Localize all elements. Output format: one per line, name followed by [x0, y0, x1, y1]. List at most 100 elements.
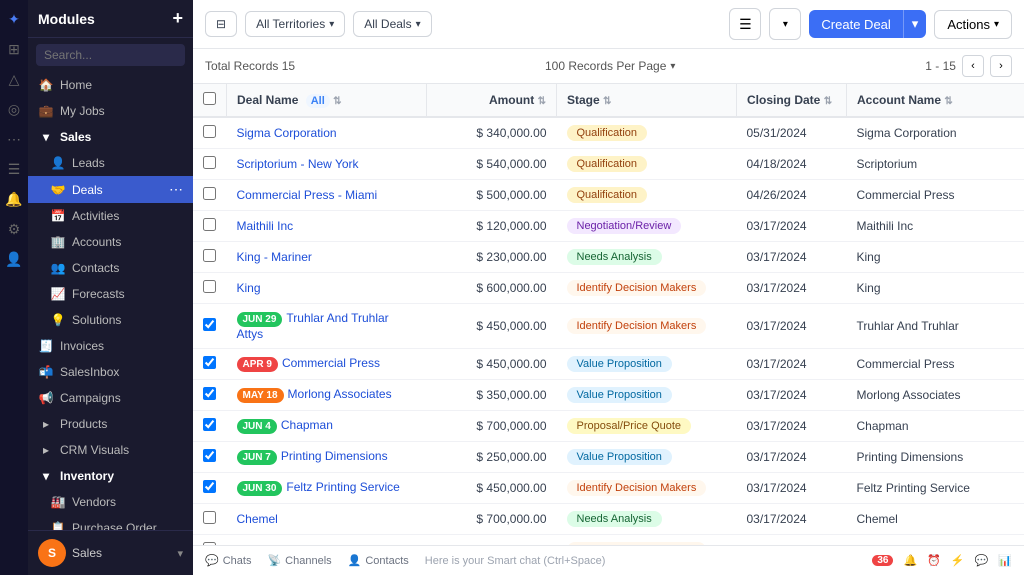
closing-date-sort-icon[interactable]: ⇅: [824, 96, 832, 107]
sidebar-item-invoices[interactable]: 🧾 Invoices: [28, 333, 193, 359]
sidebar-footer-chevron[interactable]: ▾: [177, 547, 183, 560]
sidebar-item-inventory[interactable]: ▾ Inventory: [28, 463, 193, 489]
view-toggle-chevron-btn[interactable]: ▾: [769, 8, 801, 40]
account-name-sort-icon[interactable]: ⇅: [944, 96, 952, 107]
strip-icon-nav3[interactable]: ◎: [3, 98, 25, 120]
deal-name-filter-badge[interactable]: All: [306, 94, 330, 108]
records-per-page[interactable]: 100 Records Per Page ▾: [545, 59, 675, 73]
create-deal-arrow-icon[interactable]: ▾: [903, 10, 927, 38]
row-checkbox[interactable]: [203, 387, 216, 400]
sidebar-item-solutions[interactable]: 💡 Solutions: [28, 307, 193, 333]
contacts-btn[interactable]: 👤 Contacts: [348, 554, 409, 567]
deal-name-text[interactable]: Feltz Printing Service: [286, 480, 399, 494]
sidebar-item-products[interactable]: ▸ Products: [28, 411, 193, 437]
deal-name-text[interactable]: King - Mariner: [237, 250, 312, 264]
sidebar-item-vendors[interactable]: 🏭 Vendors: [28, 489, 193, 515]
sidebar-item-crm-visuals[interactable]: ▸ CRM Visuals: [28, 437, 193, 463]
deal-name-text[interactable]: Printing Dimensions: [281, 449, 388, 463]
filter-icon-btn[interactable]: ⊟: [205, 11, 237, 37]
amount-sort-icon[interactable]: ⇅: [538, 96, 546, 107]
row-checkbox[interactable]: [203, 187, 216, 200]
deal-name-text[interactable]: Chemel: [237, 512, 278, 526]
deal-name-text[interactable]: Chapman: [281, 418, 333, 432]
col-stage[interactable]: Stage ⇅: [557, 84, 737, 117]
next-page-btn[interactable]: ›: [990, 55, 1012, 77]
col-amount[interactable]: Amount ⇅: [427, 84, 557, 117]
bottom-icon-4[interactable]: 💬: [975, 554, 989, 567]
table-row: King$ 600,000.00Identify Decision Makers…: [193, 273, 1024, 304]
sidebar-item-accounts[interactable]: 🏢 Accounts: [28, 229, 193, 255]
sidebar-item-sales[interactable]: ▾ Sales: [28, 124, 193, 150]
territory-filter-btn[interactable]: All Territories ▾: [245, 11, 345, 37]
deals-filter-label: All Deals: [364, 17, 411, 31]
chats-btn[interactable]: 💬 Chats: [205, 554, 251, 567]
records-per-page-chevron[interactable]: ▾: [670, 61, 675, 72]
col-deal-name[interactable]: Deal Name All ⇅: [227, 84, 427, 117]
sidebar-item-salesinbox[interactable]: 📬 SalesInbox: [28, 359, 193, 385]
account-name-cell: Chapman: [847, 411, 1024, 442]
deal-name-text[interactable]: Morlong Associates: [288, 387, 392, 401]
deals-filter-btn[interactable]: All Deals ▾: [353, 11, 431, 37]
avatar[interactable]: S: [38, 539, 66, 567]
sidebar-item-contacts[interactable]: 👥 Contacts: [28, 255, 193, 281]
actions-btn[interactable]: Actions ▾: [934, 10, 1012, 39]
col-account-name[interactable]: Account Name ⇅: [847, 84, 1024, 117]
date-tag: JUN 30: [237, 481, 283, 496]
strip-icon-nav1[interactable]: ⊞: [3, 38, 25, 60]
row-checkbox[interactable]: [203, 449, 216, 462]
deal-name-text[interactable]: Scriptorium - New York: [237, 157, 359, 171]
row-checkbox[interactable]: [203, 125, 216, 138]
row-checkbox[interactable]: [203, 356, 216, 369]
bottom-icon-5[interactable]: 📊: [998, 554, 1012, 567]
sidebar-item-campaigns[interactable]: 📢 Campaigns: [28, 385, 193, 411]
prev-page-btn[interactable]: ‹: [962, 55, 984, 77]
view-toggle-chevron-icon: ▾: [783, 19, 788, 30]
sidebar-label-deals: Deals: [72, 183, 103, 197]
solutions-icon: 💡: [50, 312, 66, 328]
strip-icon-nav6[interactable]: 🔔: [3, 188, 25, 210]
strip-icon-nav4[interactable]: ⋯: [3, 128, 25, 150]
deal-name-text[interactable]: Commercial Press - Miami: [237, 188, 378, 202]
strip-icon-nav5[interactable]: ☰: [3, 158, 25, 180]
sidebar-item-leads[interactable]: 👤 Leads: [28, 150, 193, 176]
deal-name-text[interactable]: Sigma Corporation: [237, 126, 337, 140]
row-checkbox[interactable]: [203, 249, 216, 262]
closing-date-cell: 03/17/2024: [737, 273, 847, 304]
row-checkbox[interactable]: [203, 318, 216, 331]
sidebar-label-my-jobs: My Jobs: [60, 104, 105, 118]
row-checkbox[interactable]: [203, 156, 216, 169]
row-checkbox[interactable]: [203, 280, 216, 293]
sidebar-item-purchase-order[interactable]: 📋 Purchase Order: [28, 515, 193, 530]
deals-more-icon[interactable]: ⋯: [169, 181, 183, 198]
deal-name-sort-icon[interactable]: ⇅: [333, 96, 341, 107]
channels-btn[interactable]: 📡 Channels: [267, 554, 331, 567]
col-closing-date[interactable]: Closing Date ⇅: [737, 84, 847, 117]
row-checkbox[interactable]: [203, 418, 216, 431]
sidebar-item-home[interactable]: 🏠 Home: [28, 72, 193, 98]
bottom-icon-1[interactable]: 🔔: [903, 554, 917, 567]
deal-name-text[interactable]: Maithili Inc: [237, 219, 294, 233]
sidebar-item-forecasts[interactable]: 📈 Forecasts: [28, 281, 193, 307]
stage-cell: Negotiation/Review: [557, 211, 737, 242]
strip-icon-profile[interactable]: 👤: [3, 248, 25, 270]
bottom-icon-3[interactable]: ⚡: [951, 554, 965, 567]
strip-icon-logo[interactable]: ✦: [3, 8, 25, 30]
sidebar-item-activities[interactable]: 📅 Activities: [28, 203, 193, 229]
deal-name-text[interactable]: King: [237, 281, 261, 295]
row-checkbox[interactable]: [203, 480, 216, 493]
row-checkbox[interactable]: [203, 218, 216, 231]
select-all-checkbox[interactable]: [203, 92, 216, 105]
bottom-icon-2[interactable]: ⏰: [927, 554, 941, 567]
deal-name-text[interactable]: Commercial Press: [282, 356, 380, 370]
add-module-icon[interactable]: +: [172, 8, 183, 29]
sidebar-item-my-jobs[interactable]: 💼 My Jobs: [28, 98, 193, 124]
sidebar-search-input[interactable]: [36, 44, 185, 66]
strip-icon-nav7[interactable]: ⚙: [3, 218, 25, 240]
create-deal-btn[interactable]: Create Deal ▾: [809, 10, 926, 38]
view-toggle-btn[interactable]: ☰: [729, 8, 761, 40]
row-checkbox[interactable]: [203, 511, 216, 524]
sidebar-item-deals[interactable]: 🤝 Deals ⋯: [28, 176, 193, 203]
stage-badge: Qualification: [567, 125, 648, 141]
stage-sort-icon[interactable]: ⇅: [603, 96, 611, 107]
strip-icon-nav2[interactable]: △: [3, 68, 25, 90]
